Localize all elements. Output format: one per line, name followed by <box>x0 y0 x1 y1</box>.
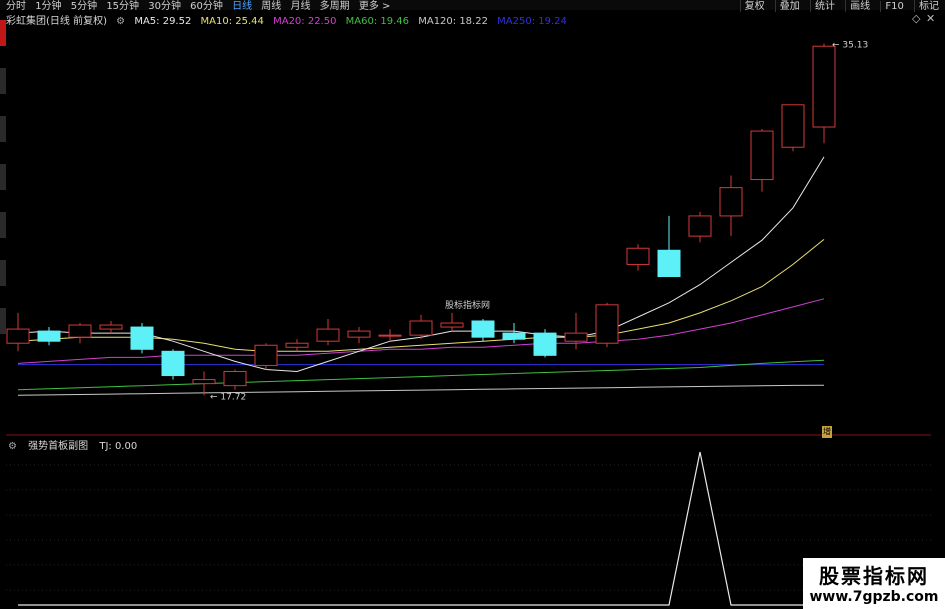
sub-settings-icon[interactable]: ⚙ <box>8 441 17 452</box>
watermark-line2: www.7gpzb.com <box>809 589 939 605</box>
event-badge: 增 <box>822 426 832 438</box>
candle-body <box>688 215 712 237</box>
candle-body <box>316 328 340 342</box>
candle-body <box>595 304 619 344</box>
sub-panel-title: ⚙ 强势首板副图 TJ: 0.00 <box>8 437 145 452</box>
candle-body <box>750 130 774 181</box>
candle-body <box>99 324 123 330</box>
candle-body <box>471 320 495 338</box>
candle-body <box>285 342 309 348</box>
candle-body <box>130 326 154 350</box>
candle-body <box>347 330 371 338</box>
candle-body <box>68 324 92 338</box>
watermark-line1: 股票指标网 <box>819 564 929 588</box>
low-price-label: ← 17.72 <box>210 392 246 402</box>
tj-line <box>18 451 824 606</box>
center-watermark: 股标指标网 <box>445 301 491 311</box>
candle-body <box>223 371 247 387</box>
candle-body <box>161 350 185 377</box>
candle-body <box>6 328 30 344</box>
high-price-label: ← 35.13 <box>832 41 868 51</box>
candle-body <box>564 332 588 342</box>
candle-body <box>192 379 216 385</box>
candle-body <box>626 247 650 265</box>
candle-body <box>812 45 836 128</box>
candle-body <box>254 344 278 366</box>
candle-body <box>409 320 433 336</box>
candle-body <box>502 332 526 340</box>
candle-body <box>533 332 557 356</box>
candle-body <box>781 104 805 148</box>
ma120-line <box>17 384 825 396</box>
candle-body <box>37 330 61 342</box>
candle-body <box>378 334 402 337</box>
sub-indicator-value: TJ: 0.00 <box>99 441 138 452</box>
candle-body <box>719 187 743 217</box>
candle-body <box>657 249 681 278</box>
sub-indicator-name: 强势首板副图 <box>28 441 89 452</box>
site-watermark: 股票指标网 www.7gpzb.com <box>803 558 945 609</box>
candle-body <box>440 322 464 328</box>
